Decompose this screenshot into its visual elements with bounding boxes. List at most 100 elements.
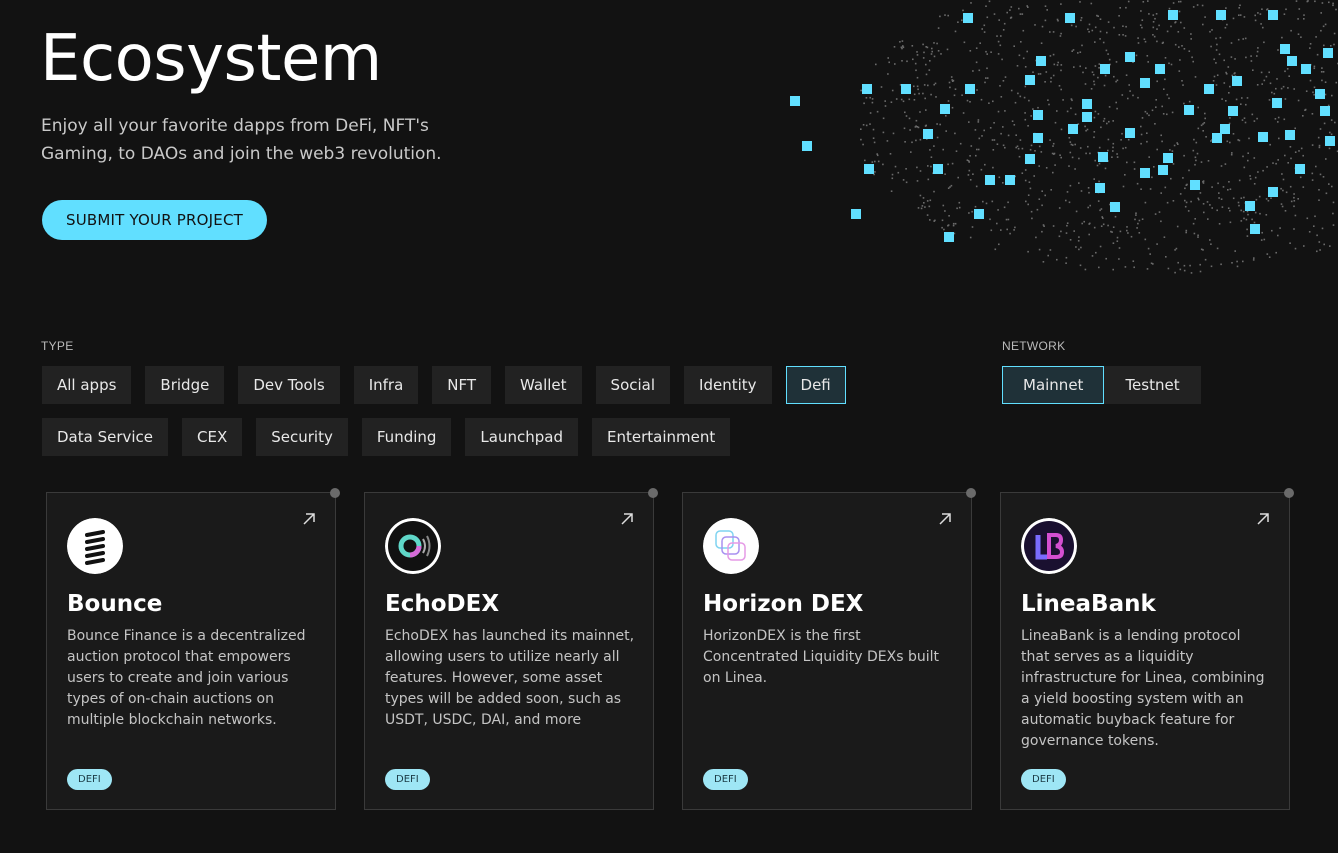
decor-dot bbox=[1056, 258, 1058, 261]
decor-dot bbox=[1220, 198, 1223, 200]
type-chip-security[interactable]: Security bbox=[256, 418, 348, 456]
project-card-horizon-dex[interactable]: Horizon DEX HorizonDEX is the first Conce… bbox=[682, 488, 976, 810]
type-chip-cex[interactable]: CEX bbox=[182, 418, 243, 456]
decor-dot bbox=[1225, 71, 1227, 74]
decor-dot bbox=[999, 44, 1002, 47]
decor-dot bbox=[900, 98, 903, 101]
decor-dot bbox=[923, 84, 926, 86]
type-chip-defi[interactable]: Defi bbox=[785, 366, 846, 404]
type-chip-social[interactable]: Social bbox=[595, 366, 671, 404]
external-link-arrow-icon[interactable] bbox=[619, 511, 635, 527]
network-chip-mainnet[interactable]: Mainnet bbox=[1002, 366, 1105, 404]
external-link-arrow-icon[interactable] bbox=[1255, 511, 1271, 527]
decor-dot bbox=[1203, 211, 1205, 214]
decor-dot bbox=[1161, 140, 1163, 143]
type-chip-launchpad[interactable]: Launchpad bbox=[465, 418, 578, 456]
decor-dot bbox=[1088, 191, 1090, 194]
decor-dot bbox=[904, 111, 906, 114]
decor-dot bbox=[1254, 19, 1257, 22]
decor-dot bbox=[1302, 115, 1304, 117]
decor-dot bbox=[1287, 162, 1289, 164]
decor-dot bbox=[980, 98, 983, 101]
decor-dot bbox=[1137, 42, 1140, 44]
decor-dot bbox=[1255, 198, 1258, 201]
decor-dot bbox=[1197, 197, 1199, 200]
decor-dot bbox=[1083, 220, 1085, 223]
type-chip-identity[interactable]: Identity bbox=[684, 366, 772, 404]
decor-dot bbox=[1105, 49, 1108, 52]
decor-dot bbox=[1140, 125, 1142, 128]
project-card-echodex[interactable]: EchoDEX EchoDEX has launched its mainnet,… bbox=[364, 488, 658, 810]
decor-dot bbox=[1141, 117, 1144, 119]
decor-dot bbox=[1236, 260, 1238, 263]
decor-dot bbox=[1154, 213, 1157, 215]
decor-dot bbox=[1209, 30, 1211, 33]
decor-dot bbox=[1027, 194, 1030, 196]
decor-dot bbox=[1053, 152, 1056, 155]
decor-dot bbox=[1099, 30, 1102, 33]
decor-dot bbox=[1066, 110, 1069, 113]
decor-dot bbox=[1080, 190, 1083, 192]
decor-dot bbox=[1216, 209, 1218, 212]
decor-dot bbox=[1172, 2, 1175, 4]
decor-dot bbox=[972, 70, 974, 72]
decor-dot bbox=[952, 224, 955, 227]
decor-dot bbox=[1010, 89, 1013, 92]
type-chip-nft[interactable]: NFT bbox=[432, 366, 492, 404]
type-chip-data-service[interactable]: Data Service bbox=[42, 418, 169, 456]
decor-dot bbox=[1286, 68, 1289, 70]
decor-dot bbox=[1212, 80, 1215, 82]
decor-dot bbox=[1272, 162, 1274, 164]
decor-dot bbox=[1127, 0, 1130, 3]
decor-dot bbox=[1260, 239, 1263, 241]
decor-dot bbox=[1170, 25, 1172, 28]
decor-dot bbox=[905, 115, 908, 117]
decor-dot bbox=[1029, 187, 1032, 190]
type-chip-infra[interactable]: Infra bbox=[353, 366, 419, 404]
decor-dot bbox=[1277, 121, 1279, 123]
project-card-bounce[interactable]: Bounce Bounce Finance is a decentralized … bbox=[46, 488, 340, 810]
decor-dot bbox=[1331, 185, 1333, 188]
decor-dot bbox=[945, 130, 947, 132]
type-chip-bridge[interactable]: Bridge bbox=[145, 366, 225, 404]
decor-square bbox=[1033, 110, 1043, 120]
decor-dot bbox=[1256, 50, 1259, 53]
decor-dot bbox=[1263, 41, 1265, 44]
external-link-arrow-icon[interactable] bbox=[937, 511, 953, 527]
decor-dot bbox=[1174, 21, 1177, 23]
decor-dot bbox=[1116, 107, 1118, 110]
decor-dot bbox=[1077, 240, 1080, 242]
decor-dot bbox=[1164, 186, 1167, 189]
decor-dot bbox=[1081, 222, 1083, 225]
external-link-arrow-icon[interactable] bbox=[301, 511, 317, 527]
decor-dot bbox=[985, 77, 987, 79]
decor-dot bbox=[1122, 147, 1124, 150]
decor-dot bbox=[934, 82, 937, 85]
submit-project-button[interactable]: SUBMIT YOUR PROJECT bbox=[42, 200, 267, 240]
decor-dot bbox=[1047, 254, 1049, 257]
decor-dot bbox=[1250, 60, 1253, 62]
network-chip-testnet[interactable]: Testnet bbox=[1104, 366, 1201, 404]
decor-dot bbox=[1022, 29, 1025, 32]
decor-dot bbox=[1044, 19, 1047, 22]
type-chip-all-apps[interactable]: All apps bbox=[42, 366, 132, 404]
decor-dot bbox=[985, 5, 987, 7]
decor-dot bbox=[1122, 34, 1124, 36]
decor-dot bbox=[1256, 117, 1258, 120]
decor-dot bbox=[904, 141, 906, 143]
decor-dot bbox=[871, 98, 874, 100]
decor-dot bbox=[1016, 65, 1019, 67]
type-chip-entertainment[interactable]: Entertainment bbox=[591, 418, 731, 456]
decor-dot bbox=[1293, 196, 1295, 199]
type-chip-dev-tools[interactable]: Dev Tools bbox=[238, 366, 340, 404]
decor-dot bbox=[930, 93, 932, 96]
project-card-lineabank[interactable]: LineaBank LineaBank is a lending protocol… bbox=[1000, 488, 1294, 810]
decor-dot bbox=[919, 170, 922, 172]
type-chip-wallet[interactable]: Wallet bbox=[505, 366, 582, 404]
decor-dot bbox=[888, 61, 890, 64]
decor-dot bbox=[1277, 116, 1280, 119]
type-chip-funding[interactable]: Funding bbox=[361, 418, 452, 456]
decor-dot bbox=[949, 186, 951, 188]
decor-dot bbox=[1105, 257, 1107, 260]
decor-dot bbox=[1275, 87, 1277, 90]
